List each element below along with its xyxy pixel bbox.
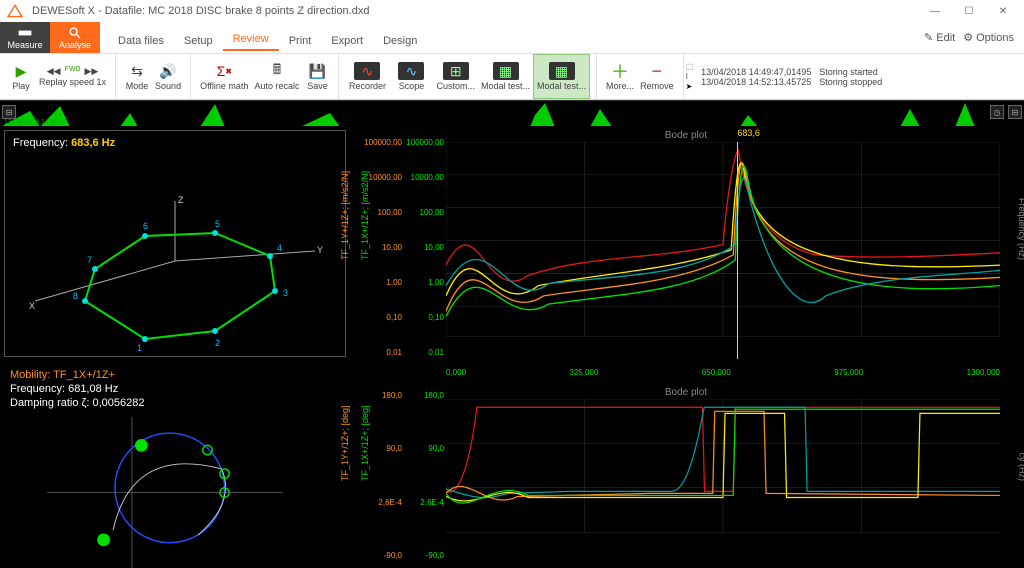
analyse-label: Analyse: [59, 40, 91, 50]
measure-label: Measure: [7, 40, 42, 50]
svg-text:8: 8: [73, 291, 78, 301]
menu-setup[interactable]: Setup: [174, 31, 223, 51]
calculator-icon: 🖩: [266, 62, 288, 80]
scope-view-button[interactable]: ∿Scope: [389, 54, 433, 99]
bode-phase-panel[interactable]: Bode plot TF_1Y+/1Z+; [deg] TF_1X+/1Z+; …: [352, 385, 1020, 566]
gear-icon: ⚙: [963, 31, 973, 44]
play-icon: ▶: [10, 62, 32, 80]
geometry-3d-panel[interactable]: Frequency: 683,6 Hz Z X Y 1 2 3 4 5 6 7 8: [4, 130, 346, 357]
floppy-icon: 💾: [306, 62, 328, 80]
overview-clock-button[interactable]: ◷: [990, 105, 1004, 119]
svg-text:5: 5: [215, 219, 220, 229]
title-bar: DEWESoft X - Datafile: MC 2018 DISC brak…: [0, 0, 1024, 22]
freq-value: 683,6 Hz: [71, 137, 115, 149]
menu-export[interactable]: Export: [321, 31, 373, 51]
bode-magnitude-panel[interactable]: Bode plot TF_1Y+/1Z+; [m/s2/N] TF_1X+/1Z…: [352, 128, 1020, 381]
bode-mag-plot: [446, 142, 1000, 337]
mode-icon: ⇆: [126, 62, 148, 80]
menu-bar: Data files Setup Review Print Export Des…: [108, 22, 427, 53]
log-row: 13/04/2018 14:49:47,01495Storing started: [701, 67, 1018, 77]
search-icon: [67, 26, 83, 40]
mode-button[interactable]: ⇆Mode: [122, 54, 152, 99]
text-tool-icon[interactable]: Ⅰ: [686, 72, 694, 81]
overview-right-button[interactable]: ⊟: [1008, 105, 1022, 119]
options-button[interactable]: ⚙Options: [963, 31, 1014, 44]
menu-design[interactable]: Design: [373, 31, 427, 51]
mode-tab-bar: Measure Analyse Data files Setup Review …: [0, 22, 1024, 54]
bode-mag-right-label: Frequency (Hz): [1017, 198, 1024, 260]
waveform-icon: ∿: [354, 62, 380, 80]
geometry-3d-plot: Z X Y 1 2 3 4 5 6 7 8: [25, 191, 325, 351]
more-button[interactable]: ＋More...: [603, 54, 637, 99]
svg-text:1: 1: [137, 343, 142, 351]
replay-speed-button[interactable]: ◀◀FWD▶▶ Replay speed 1x: [36, 54, 109, 99]
minimize-button[interactable]: —: [920, 2, 950, 20]
cursor-tool-icon[interactable]: ➤: [686, 82, 694, 91]
remove-button[interactable]: −Remove: [637, 54, 677, 99]
sound-button[interactable]: 🔊Sound: [152, 54, 184, 99]
svg-text:Z: Z: [178, 195, 184, 205]
forward-icon: ▶▶: [85, 66, 99, 77]
mobility-damping: Damping ratio ζ: 0,0056282: [10, 397, 340, 409]
save-button[interactable]: 💾Save: [302, 54, 332, 99]
play-button[interactable]: ▶Play: [6, 54, 36, 99]
bode-mag-ylabel-1: TF_1Y+/1Z+; [m/s2/N]: [340, 171, 350, 260]
measure-tab[interactable]: Measure: [0, 22, 50, 53]
bode-mag-title: Bode plot: [665, 130, 707, 141]
close-button[interactable]: ✕: [988, 2, 1018, 20]
custom-icon: ⊞: [443, 62, 469, 80]
svg-text:7: 7: [87, 255, 92, 265]
overview-strip[interactable]: ⊟ 13/04/2018 14:49 ◷ ⊟: [0, 100, 1024, 126]
event-log: 13/04/2018 14:49:47,01495Storing started…: [695, 54, 1024, 99]
menu-review[interactable]: Review: [223, 29, 279, 51]
edit-button[interactable]: ✎Edit: [924, 31, 955, 44]
offline-math-button[interactable]: Σ✖Offline math: [197, 54, 251, 99]
auto-recalc-button[interactable]: 🖩Auto recalc: [251, 54, 302, 99]
svg-text:X: X: [29, 301, 35, 311]
svg-text:3: 3: [283, 288, 288, 298]
bode-phase-right-label: cy (Hz): [1017, 452, 1024, 481]
svg-text:6: 6: [143, 221, 148, 231]
app-logo-icon: [6, 4, 24, 18]
bode-phase-ylabel-1: TF_1Y+/1Z+; [deg]: [340, 405, 350, 481]
ribbon-toolbar: ▶Play ◀◀FWD▶▶ Replay speed 1x ⇆Mode 🔊Sou…: [0, 54, 1024, 100]
scope-icon: ∿: [398, 62, 424, 80]
circle-fit-plot[interactable]: [40, 417, 290, 568]
recorder-view-button[interactable]: ∿Recorder: [345, 54, 389, 99]
custom-view-button[interactable]: ⊞Custom...: [433, 54, 478, 99]
sigma-icon: Σ✖: [213, 62, 235, 80]
freq-label: Frequency:: [13, 137, 68, 149]
bode-phase-title: Bode plot: [665, 387, 707, 398]
layout-tool-icon[interactable]: ⬚: [686, 62, 694, 71]
minus-icon: −: [646, 62, 668, 80]
modal-icon: ▦: [493, 62, 519, 80]
mobility-info-panel: Mobility: TF_1X+/1Z+ Frequency: 681,08 H…: [0, 361, 350, 417]
analyse-tab[interactable]: Analyse: [50, 22, 100, 53]
mobility-freq: Frequency: 681,08 Hz: [10, 383, 340, 395]
menu-datafiles[interactable]: Data files: [108, 31, 174, 51]
window-title: DEWESoft X - Datafile: MC 2018 DISC brak…: [32, 5, 920, 17]
modal-active-icon: ▦: [549, 62, 575, 80]
bode-cursor-label: 683,6: [737, 128, 760, 138]
pencil-icon: ✎: [924, 31, 933, 44]
overview-timestamp: 13/04/2018 14:49: [4, 119, 59, 126]
modal-test-2-button[interactable]: ▦Modal test...: [533, 54, 590, 99]
gauge-icon: [17, 26, 33, 40]
mobility-label: Mobility: TF_1X+/1Z+: [10, 369, 340, 381]
svg-text:Y: Y: [317, 245, 323, 255]
svg-text:4: 4: [277, 243, 282, 253]
svg-text:2: 2: [215, 338, 220, 348]
main-plot-area: Frequency: 683,6 Hz Z X Y 1234 5678 Mobi: [0, 126, 1024, 568]
bode-cursor[interactable]: 683,6: [737, 142, 738, 359]
maximize-button[interactable]: ☐: [954, 2, 984, 20]
speaker-icon: 🔊: [157, 62, 179, 80]
bode-phase-plot: [446, 399, 1000, 532]
menu-print[interactable]: Print: [279, 31, 322, 51]
plus-icon: ＋: [609, 62, 631, 80]
modal-test-1-button[interactable]: ▦Modal test...: [478, 54, 533, 99]
log-row: 13/04/2018 14:52:13,45725Storing stopped: [701, 77, 1018, 87]
overview-waveform: [0, 101, 1024, 127]
rewind-icon: ◀◀: [47, 66, 61, 77]
